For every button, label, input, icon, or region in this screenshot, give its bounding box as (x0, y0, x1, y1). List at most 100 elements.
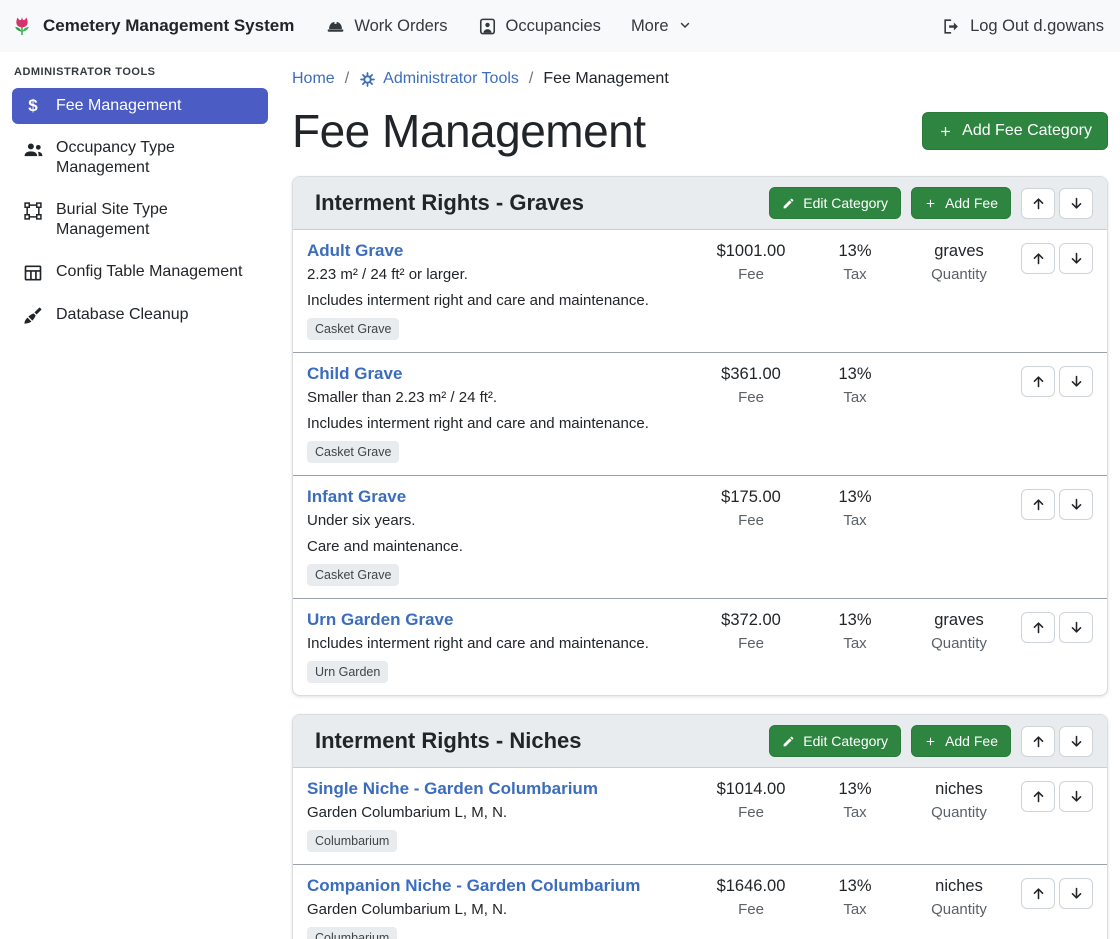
fee-description: Includes interment right and care and ma… (307, 414, 691, 433)
fee-description: Includes interment right and care and ma… (307, 634, 691, 653)
sidebar-item-fee-management[interactable]: $ Fee Management (12, 88, 268, 124)
quantity-spacer (907, 487, 1011, 488)
category-actions: Edit Category Add Fee (769, 187, 1093, 219)
add-fee-category-button[interactable]: Add Fee Category (922, 112, 1108, 150)
move-fee-down-button[interactable] (1059, 243, 1093, 274)
nav-work-orders[interactable]: Work Orders (326, 17, 447, 36)
fee-amount: $1014.00 (699, 780, 803, 799)
tax-label: Tax (803, 901, 907, 918)
fee-name-link[interactable]: Adult Grave (307, 241, 403, 261)
category-header: Interment Rights - Niches Edit Category … (293, 715, 1107, 768)
tax-group: 13% Tax (803, 364, 907, 406)
add-fee-button[interactable]: Add Fee (911, 725, 1011, 757)
arrow-up-icon (1031, 886, 1046, 901)
category-header: Interment Rights - Graves Edit Category … (293, 177, 1107, 230)
tax-value: 13% (803, 780, 907, 799)
move-category-down-button[interactable] (1059, 726, 1093, 757)
fee-amount-group: $1001.00 Fee (699, 241, 803, 283)
fee-row: Companion Niche - Garden Columbarium Gar… (293, 864, 1107, 939)
fee-name-link[interactable]: Companion Niche - Garden Columbarium (307, 876, 640, 896)
move-fee-up-button[interactable] (1021, 243, 1055, 274)
plus-icon (924, 735, 937, 748)
fee-amount-group: $175.00 Fee (699, 487, 803, 529)
quantity-value: graves (907, 611, 1011, 630)
tax-value: 13% (803, 488, 907, 507)
sidebar-item-config-table-management[interactable]: Config Table Management (12, 254, 268, 291)
tax-group: 13% Tax (803, 487, 907, 529)
fee-name-link[interactable]: Child Grave (307, 364, 402, 384)
fee-row: Child Grave Smaller than 2.23 m² / 24 ft… (293, 352, 1107, 475)
move-category-up-button[interactable] (1021, 188, 1055, 219)
move-fee-down-button[interactable] (1059, 781, 1093, 812)
add-fee-button[interactable]: Add Fee (911, 187, 1011, 219)
move-fee-down-button[interactable] (1059, 878, 1093, 909)
tax-label: Tax (803, 266, 907, 283)
tax-group: 13% Tax (803, 610, 907, 652)
sidebar-item-occupancy-type-management[interactable]: Occupancy Type Management (12, 130, 268, 186)
fee-description: Garden Columbarium L, M, N. (307, 900, 691, 919)
nav-occupancies[interactable]: Occupancies (478, 17, 601, 36)
sidebar-heading: ADMINISTRATOR TOOLS (14, 66, 266, 78)
page-header: Fee Management Add Fee Category (292, 104, 1108, 158)
sidebar-item-label: Database Cleanup (56, 305, 189, 325)
move-fee-up-button[interactable] (1021, 489, 1055, 520)
arrow-down-icon (1069, 497, 1084, 512)
pencil-icon (782, 735, 795, 748)
fee-name-link[interactable]: Infant Grave (307, 487, 406, 507)
edit-category-button[interactable]: Edit Category (769, 725, 901, 757)
logout-icon (942, 17, 961, 36)
breadcrumb-admin-tools-link[interactable]: Administrator Tools (359, 70, 519, 88)
fee-label: Fee (699, 266, 803, 283)
breadcrumb-home-link[interactable]: Home (292, 70, 335, 88)
add-fee-label: Add Fee (945, 195, 998, 211)
breadcrumb-current: Fee Management (543, 70, 668, 88)
move-fee-down-button[interactable] (1059, 612, 1093, 643)
move-category-up-button[interactable] (1021, 726, 1055, 757)
move-fee-up-button[interactable] (1021, 781, 1055, 812)
category-card-graves: Interment Rights - Graves Edit Category … (292, 176, 1108, 696)
fee-amount: $175.00 (699, 488, 803, 507)
fee-name-link[interactable]: Single Niche - Garden Columbarium (307, 779, 598, 799)
category-title: Interment Rights - Niches (315, 728, 769, 754)
tax-group: 13% Tax (803, 876, 907, 918)
arrow-down-icon (1069, 251, 1084, 266)
tax-label: Tax (803, 804, 907, 821)
nav-more[interactable]: More (631, 17, 692, 36)
move-category-down-button[interactable] (1059, 188, 1093, 219)
fee-row-actions (1011, 876, 1093, 909)
logout-label: Log Out d.gowans (970, 17, 1104, 36)
tax-value: 13% (803, 611, 907, 630)
fee-description: Includes interment right and care and ma… (307, 291, 691, 310)
arrow-up-icon (1031, 620, 1046, 635)
plus-icon (938, 124, 953, 139)
chevron-down-icon (678, 19, 692, 33)
move-fee-down-button[interactable] (1059, 489, 1093, 520)
users-icon (22, 139, 44, 160)
vector-square-icon (22, 201, 44, 221)
pencil-icon (782, 197, 795, 210)
tulip-logo-icon (10, 14, 34, 38)
logout-link[interactable]: Log Out d.gowans (942, 17, 1104, 36)
arrow-down-icon (1069, 620, 1084, 635)
arrow-up-icon (1031, 497, 1046, 512)
move-fee-up-button[interactable] (1021, 366, 1055, 397)
add-fee-category-label: Add Fee Category (962, 122, 1092, 140)
tax-label: Tax (803, 635, 907, 652)
sidebar-item-burial-site-type-management[interactable]: Burial Site Type Management (12, 192, 268, 248)
fee-info: Single Niche - Garden Columbarium Garden… (307, 779, 699, 852)
fee-name-link[interactable]: Urn Garden Grave (307, 610, 453, 630)
move-fee-up-button[interactable] (1021, 878, 1055, 909)
main-content: Home / Administrator Tools / Fee Managem… (280, 52, 1120, 939)
arrow-up-icon (1031, 374, 1046, 389)
move-fee-down-button[interactable] (1059, 366, 1093, 397)
quantity-value: graves (907, 242, 1011, 261)
sidebar-item-database-cleanup[interactable]: Database Cleanup (12, 297, 268, 334)
fee-amount-group: $1014.00 Fee (699, 779, 803, 821)
arrow-down-icon (1069, 886, 1084, 901)
quantity-group: niches Quantity (907, 779, 1011, 821)
tax-label: Tax (803, 389, 907, 406)
edit-category-button[interactable]: Edit Category (769, 187, 901, 219)
move-fee-up-button[interactable] (1021, 612, 1055, 643)
fee-badge: Casket Grave (307, 441, 399, 463)
brand-link[interactable]: Cemetery Management System (10, 14, 294, 38)
